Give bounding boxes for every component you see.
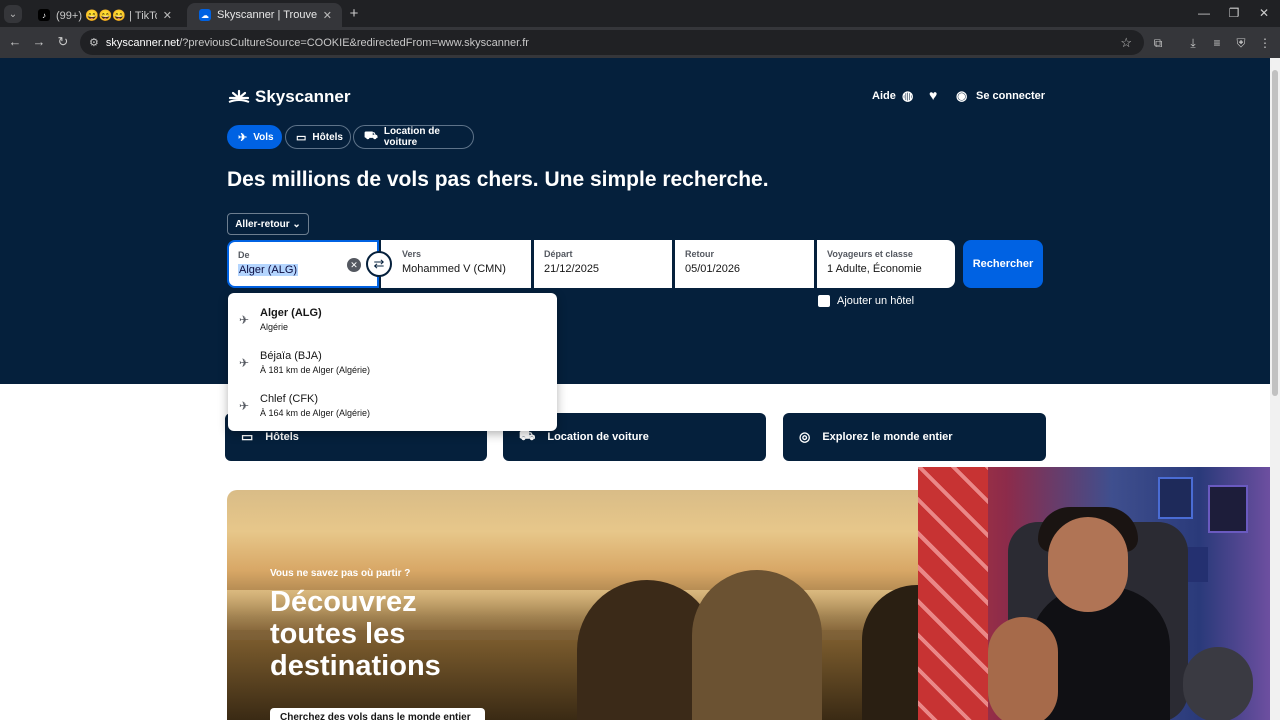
webcam-person-arm [988,617,1058,720]
promo-title: Découvrez toutes les destinations [270,586,441,682]
to-field[interactable]: Vers Mohammed V (CMN) [381,240,531,288]
login-link[interactable]: Se connecter [976,90,1045,102]
add-hotel-checkbox[interactable]: Ajouter un hôtel [818,295,914,307]
tiktok-icon: ♪ [38,9,50,21]
return-value: 05/01/2026 [685,263,741,275]
reload-icon[interactable]: ↻ [55,35,71,49]
webcam-microphone [1183,647,1253,720]
promo-kicker: Vous ne savez pas où partir ? [270,568,411,579]
add-hotel-label: Ajouter un hôtel [837,295,915,307]
tab-skyscanner[interactable]: ☁ Skyscanner | Trouvez le vol pas ✕ [187,3,342,27]
window-close-icon[interactable]: ✕ [1254,6,1274,20]
user-icon[interactable]: ◉ [956,88,967,104]
bookmark-star-icon[interactable]: ☆ [1120,35,1132,51]
download-icon[interactable]: ⤓ [1185,36,1201,50]
tab-search-icon[interactable]: ⌄ [4,5,22,23]
depart-label: Départ [544,249,573,259]
scrollbar-thumb[interactable] [1272,70,1278,396]
card-explore[interactable]: ◎ Explorez le monde entier [783,413,1046,461]
hero-section [0,58,1270,384]
page-scrollbar[interactable] [1270,58,1280,720]
to-label: Vers [402,249,422,259]
close-tab-icon[interactable]: ✕ [323,9,332,22]
suggestions-dropdown: ✈ Alger (ALG) Algérie ✈ Béjaïa (BJA) À 1… [228,293,557,431]
extensions-icon[interactable]: ⧉ [1150,36,1166,50]
pill-car-hire[interactable]: ⛟ Location de voiture [353,125,474,149]
shield-icon[interactable]: ⛨ [1233,36,1249,50]
suggestion-title: Béjaïa (BJA) [260,350,322,362]
suggestion-title: Alger (ALG) [260,307,322,319]
suggestion-subtitle: À 181 km de Alger (Algérie) [260,365,371,375]
pill-label: Vols [253,131,274,143]
globe-search-icon: ◎ [799,429,811,444]
skyscanner-favicon-icon: ☁ [199,9,211,21]
car-icon: ⛟ [364,130,378,142]
media-icon[interactable]: ≡ [1209,36,1225,50]
browser-chrome: ⌄ ♪ (99+) 😄😄😄 | TikTok ✕ ☁ Skyscanner | … [0,0,1280,58]
tab-title: (99+) 😄😄😄 | TikTok [56,9,157,22]
close-tab-icon[interactable]: ✕ [163,9,172,22]
card-label: Explorez le monde entier [822,431,953,443]
restore-icon[interactable]: ❐ [1224,6,1244,20]
new-tab-icon[interactable]: + [345,5,363,23]
pill-hotels[interactable]: ▭ Hôtels [285,125,351,149]
to-input[interactable]: Mohammed V (CMN) [391,263,521,275]
webcam-wallpaper [918,467,988,720]
globe-icon[interactable]: ◍ [902,88,913,104]
travellers-label: Voyageurs et classe [827,249,913,259]
forward-icon[interactable]: → [31,35,47,49]
webcam-person-head [1048,517,1128,612]
plane-icon: ✈ [238,131,248,144]
site-info-icon[interactable]: ⚙ [89,36,99,49]
suggestion-item[interactable]: ✈ Alger (ALG) Algérie [228,299,557,342]
address-bar[interactable]: ⚙ skyscanner.net/?previousCultureSource=… [80,30,1144,55]
bed-icon: ▭ [241,429,254,444]
plane-icon: ✈ [239,399,250,413]
travellers-value: 1 Adulte, Économie [827,263,922,275]
promo-button[interactable]: Cherchez des vols dans le monde entier [270,708,485,720]
suggestion-subtitle: À 164 km de Alger (Algérie) [260,408,371,418]
depart-field[interactable]: Départ 21/12/2025 [534,240,672,288]
skyscanner-sunburst-icon [228,89,250,103]
skyscanner-logo[interactable]: Skyscanner [227,87,350,107]
depart-value: 21/12/2025 [544,263,600,275]
suggestion-item[interactable]: ✈ Béjaïa (BJA) À 181 km de Alger (Algéri… [228,342,557,385]
heart-icon[interactable]: ♥ [929,87,937,103]
webcam-frame-art [1158,477,1193,519]
webcam-frame-art [1208,485,1248,533]
tab-title: Skyscanner | Trouvez le vol pas [217,9,317,21]
trip-type-select[interactable]: Aller-retour ⌄ [227,213,309,235]
pill-flights[interactable]: ✈ Vols [227,125,282,149]
return-label: Retour [685,249,714,259]
tab-strip: ⌄ ♪ (99+) 😄😄😄 | TikTok ✕ ☁ Skyscanner | … [0,0,1280,27]
return-field[interactable]: Retour 05/01/2026 [675,240,814,288]
menu-icon[interactable]: ⋮ [1257,36,1273,50]
brand-name: Skyscanner [255,87,351,106]
suggestion-subtitle: Algérie [260,322,289,332]
clear-input-icon[interactable]: ✕ [347,258,361,272]
webcam-overlay [918,467,1270,720]
help-link[interactable]: Aide [872,90,896,102]
from-label: De [238,250,250,260]
search-button[interactable]: Rechercher [963,240,1043,288]
bed-icon: ▭ [296,131,307,144]
pill-label: Location de voiture [383,126,440,148]
minimize-icon[interactable]: — [1194,6,1214,20]
checkbox-icon[interactable] [818,295,830,307]
page-headline: Des millions de vols pas chers. Une simp… [227,168,769,191]
url-text: skyscanner.net/?previousCultureSource=CO… [105,36,529,49]
pill-label: Hôtels [312,131,343,143]
plane-icon: ✈ [239,356,250,370]
plane-icon: ✈ [239,313,250,327]
suggestion-item[interactable]: ✈ Chlef (CFK) À 164 km de Alger (Algérie… [228,385,557,428]
card-label: Location de voiture [547,431,649,443]
travellers-field[interactable]: Voyageurs et classe 1 Adulte, Économie [817,240,955,288]
promo-photo-person [692,570,822,720]
swap-icon[interactable]: ⇄ [366,251,392,277]
tab-tiktok[interactable]: ♪ (99+) 😄😄😄 | TikTok ✕ [26,3,182,27]
back-icon[interactable]: ← [7,35,23,49]
suggestion-title: Chlef (CFK) [260,393,319,405]
browser-toolbar: ← → ↻ ⚙ skyscanner.net/?previousCultureS… [0,27,1280,58]
card-label: Hôtels [265,431,299,443]
